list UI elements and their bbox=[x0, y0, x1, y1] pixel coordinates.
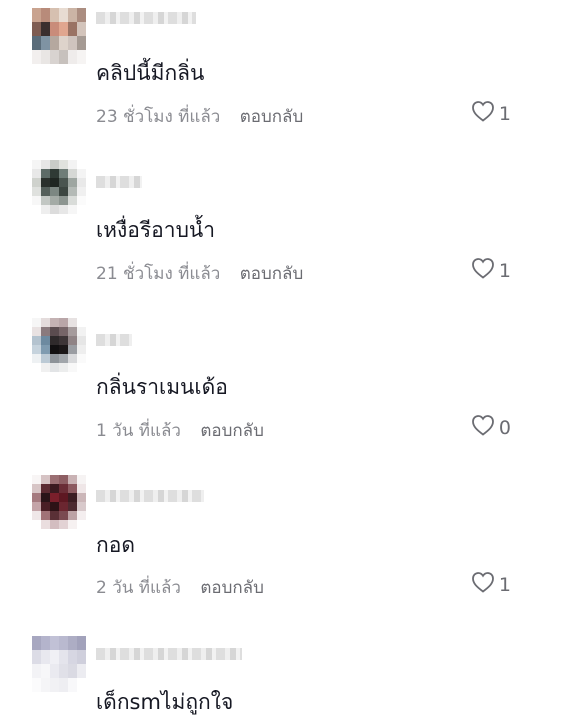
heart-icon bbox=[471, 414, 495, 441]
avatar[interactable] bbox=[32, 160, 86, 214]
comment-time: 2 วัน ที่แล้ว bbox=[96, 578, 181, 598]
heart-icon bbox=[471, 571, 495, 598]
username[interactable] bbox=[96, 12, 196, 24]
comment-text: กลิ่นราเมนเด้อ bbox=[96, 375, 228, 399]
reply-button[interactable]: ตอบกลับ bbox=[240, 107, 304, 127]
avatar[interactable] bbox=[32, 8, 86, 64]
comment-meta: 21 ชั่วโมง ที่แล้ว ตอบกลับ bbox=[96, 260, 303, 287]
like-count: 0 bbox=[498, 416, 511, 439]
username[interactable] bbox=[96, 490, 204, 502]
comment-time: 21 ชั่วโมง ที่แล้ว bbox=[96, 264, 221, 284]
like-button[interactable]: 1 bbox=[471, 257, 511, 284]
reply-button[interactable]: ตอบกลับ bbox=[200, 578, 264, 598]
avatar[interactable] bbox=[32, 636, 86, 692]
reply-button[interactable]: ตอบกลับ bbox=[200, 421, 264, 441]
avatar[interactable] bbox=[32, 475, 86, 529]
like-button[interactable]: 0 bbox=[471, 414, 511, 441]
avatar[interactable] bbox=[32, 318, 86, 372]
comment-text: เหงื่อรีอาบน้ำ bbox=[96, 218, 216, 242]
like-count: 1 bbox=[498, 102, 511, 125]
like-count: 1 bbox=[498, 573, 511, 596]
comment-text: กอด bbox=[96, 533, 135, 557]
like-button[interactable]: 1 bbox=[471, 571, 511, 598]
comment-text: คลิปนี้มีกลิ่น bbox=[96, 61, 205, 85]
comment-time: 1 วัน ที่แล้ว bbox=[96, 421, 181, 441]
like-count: 1 bbox=[498, 259, 511, 282]
comment-time: 23 ชั่วโมง ที่แล้ว bbox=[96, 107, 221, 127]
username[interactable] bbox=[96, 176, 142, 188]
comment-text: เด็กsmไม่ถูกใจ bbox=[96, 690, 234, 714]
heart-icon bbox=[471, 100, 495, 127]
username[interactable] bbox=[96, 648, 242, 660]
reply-button[interactable]: ตอบกลับ bbox=[240, 264, 304, 284]
comment-meta: 2 วัน ที่แล้ว ตอบกลับ bbox=[96, 574, 264, 601]
heart-icon bbox=[471, 257, 495, 284]
comment-meta: 23 ชั่วโมง ที่แล้ว ตอบกลับ bbox=[96, 103, 303, 130]
comment-meta: 1 วัน ที่แล้ว ตอบกลับ bbox=[96, 417, 264, 444]
username[interactable] bbox=[96, 334, 132, 346]
like-button[interactable]: 1 bbox=[471, 100, 511, 127]
